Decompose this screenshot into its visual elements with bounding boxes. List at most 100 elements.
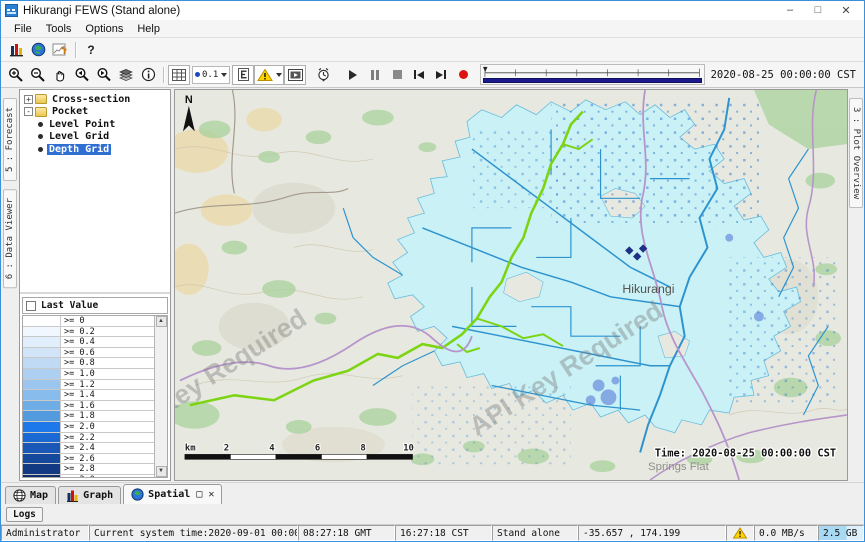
legend-color-swatch [23, 454, 61, 464]
legend-color-swatch [23, 390, 61, 400]
tab-graph[interactable]: Graph [58, 486, 121, 504]
tab-close-icon[interactable]: ✕ [208, 489, 214, 500]
legend-row[interactable]: >= 1.4 [23, 390, 154, 401]
tab-spatial[interactable]: Spatial □ ✕ [123, 484, 222, 504]
help-button[interactable]: ? [80, 40, 102, 60]
legend-row[interactable]: >= 0 [23, 316, 154, 327]
profile-icon[interactable] [232, 65, 254, 85]
timeline-slider[interactable] [480, 64, 704, 85]
menu-item[interactable]: Help [130, 22, 167, 36]
collapse-icon[interactable]: - [24, 107, 33, 116]
rating-curve-icon[interactable] [49, 40, 71, 60]
legend-color-swatch [23, 422, 61, 432]
tab-graph-label: Graph [83, 490, 113, 501]
app-logo-icon [5, 4, 18, 17]
legend-label: >= 1.2 [61, 380, 98, 390]
legend-label: >= 3.0 [61, 475, 98, 477]
legend-row[interactable]: >= 1.8 [23, 411, 154, 422]
tree-item-cross-section[interactable]: + Cross-section [22, 93, 168, 106]
legend-row[interactable]: >= 2.4 [23, 443, 154, 454]
tree-item-level-point[interactable]: Level Point [22, 118, 168, 131]
tab-plot-overview[interactable]: 3 : Plot Overview [849, 98, 863, 208]
tree-item-label: Pocket [50, 106, 90, 117]
svg-text:6: 6 [315, 443, 320, 453]
legend-row[interactable]: >= 1.2 [23, 380, 154, 391]
zoom-out-icon[interactable] [27, 65, 49, 85]
map-display-icon[interactable] [27, 40, 49, 60]
legend-scrollbar[interactable]: ▲ ▼ [154, 316, 167, 477]
animation-time-icon[interactable] [312, 65, 334, 85]
thresholds-dropdown[interactable] [254, 65, 284, 85]
tab-data-viewer[interactable]: 6 : Data Viewer [3, 189, 17, 288]
tree-item-label-selected: Depth Grid [47, 144, 111, 155]
status-warning-cell[interactable] [726, 525, 754, 541]
minimize-button[interactable]: – [776, 4, 804, 17]
tab-map[interactable]: Map [5, 486, 56, 504]
place-label: Springs Flat [648, 461, 710, 473]
status-memory[interactable]: 2.5 GB [818, 525, 864, 541]
step-forward-button[interactable] [430, 65, 452, 85]
legend-rows: >= 0 >= 0.2 >= 0.4 [23, 316, 154, 477]
bullet-icon [38, 147, 43, 152]
legend-row[interactable]: >= 2.0 [23, 422, 154, 433]
explorer-icon[interactable] [5, 40, 27, 60]
legend-label: >= 2.0 [61, 422, 98, 432]
layers-icon[interactable] [115, 65, 137, 85]
logs-row: Logs [1, 504, 864, 524]
zoom-next-icon[interactable] [93, 65, 115, 85]
legend-row[interactable]: >= 1.6 [23, 401, 154, 412]
class-break-dot-icon [195, 72, 200, 77]
map-canvas: API Key Required API Key Required Hikura… [175, 90, 847, 480]
zoom-in-icon[interactable] [5, 65, 27, 85]
scroll-up-icon[interactable]: ▲ [156, 316, 167, 327]
grid-display-icon[interactable] [168, 65, 190, 85]
animation-window-icon[interactable] [284, 65, 306, 85]
legend-row[interactable]: >= 0.6 [23, 348, 154, 359]
scroll-down-icon[interactable]: ▼ [156, 466, 167, 477]
legend-row[interactable]: >= 0.8 [23, 358, 154, 369]
pause-button[interactable] [364, 65, 386, 85]
legend-table: >= 0 >= 0.2 >= 0.4 [22, 315, 168, 478]
tree-item-level-grid[interactable]: Level Grid [22, 131, 168, 144]
map-view[interactable]: API Key Required API Key Required Hikura… [174, 89, 848, 481]
legend-row[interactable]: >= 2.8 [23, 464, 154, 475]
record-button[interactable] [452, 65, 474, 85]
zoom-previous-icon[interactable] [71, 65, 93, 85]
expand-icon[interactable]: + [24, 95, 33, 104]
menu-item[interactable]: Tools [39, 22, 79, 36]
maximize-button[interactable]: □ [804, 4, 832, 17]
menu-item[interactable]: File [7, 22, 39, 36]
svg-text:2: 2 [224, 443, 229, 453]
status-system-time: Current system time:2020-09-01 00:00 CST [89, 525, 298, 541]
tree-item-depth-grid[interactable]: Depth Grid [22, 143, 168, 156]
stop-button[interactable] [386, 65, 408, 85]
pan-hand-icon[interactable] [49, 65, 71, 85]
app-window: Hikurangi FEWS (Stand alone) – □ ✕ FileT… [0, 0, 865, 542]
layer-tree: + Cross-section - Pocket Level Point Lev… [20, 90, 170, 294]
legend-row[interactable]: >= 3.0 [23, 475, 154, 477]
tab-forecast[interactable]: 5 : Forecast [3, 98, 17, 181]
legend-row[interactable]: >= 0.4 [23, 337, 154, 348]
legend-row[interactable]: >= 2.6 [23, 454, 154, 465]
legend-row[interactable]: >= 0.2 [23, 327, 154, 338]
tab-maximize-icon[interactable]: □ [196, 489, 202, 500]
last-value-checkbox[interactable] [26, 301, 36, 311]
tree-item-pocket[interactable]: - Pocket [22, 106, 168, 119]
step-back-button[interactable] [408, 65, 430, 85]
play-button[interactable] [342, 65, 364, 85]
close-button[interactable]: ✕ [832, 4, 860, 17]
legend-label: >= 0.2 [61, 327, 98, 337]
legend-label: >= 2.2 [61, 433, 98, 443]
menu-item[interactable]: Options [78, 22, 130, 36]
menu-bar: FileToolsOptionsHelp [1, 20, 864, 38]
globe-wire-icon [13, 489, 26, 502]
legend-label: >= 0 [61, 316, 87, 326]
legend-row[interactable]: >= 2.2 [23, 433, 154, 444]
status-local-time: 16:27:18 CST [395, 525, 492, 541]
logs-button[interactable]: Logs [6, 507, 43, 522]
info-icon[interactable] [137, 65, 159, 85]
legend-color-swatch [23, 475, 61, 477]
class-break-dropdown[interactable]: 0.1 [192, 66, 230, 84]
legend-row[interactable]: >= 1.0 [23, 369, 154, 380]
tree-item-label: Level Point [47, 119, 117, 130]
